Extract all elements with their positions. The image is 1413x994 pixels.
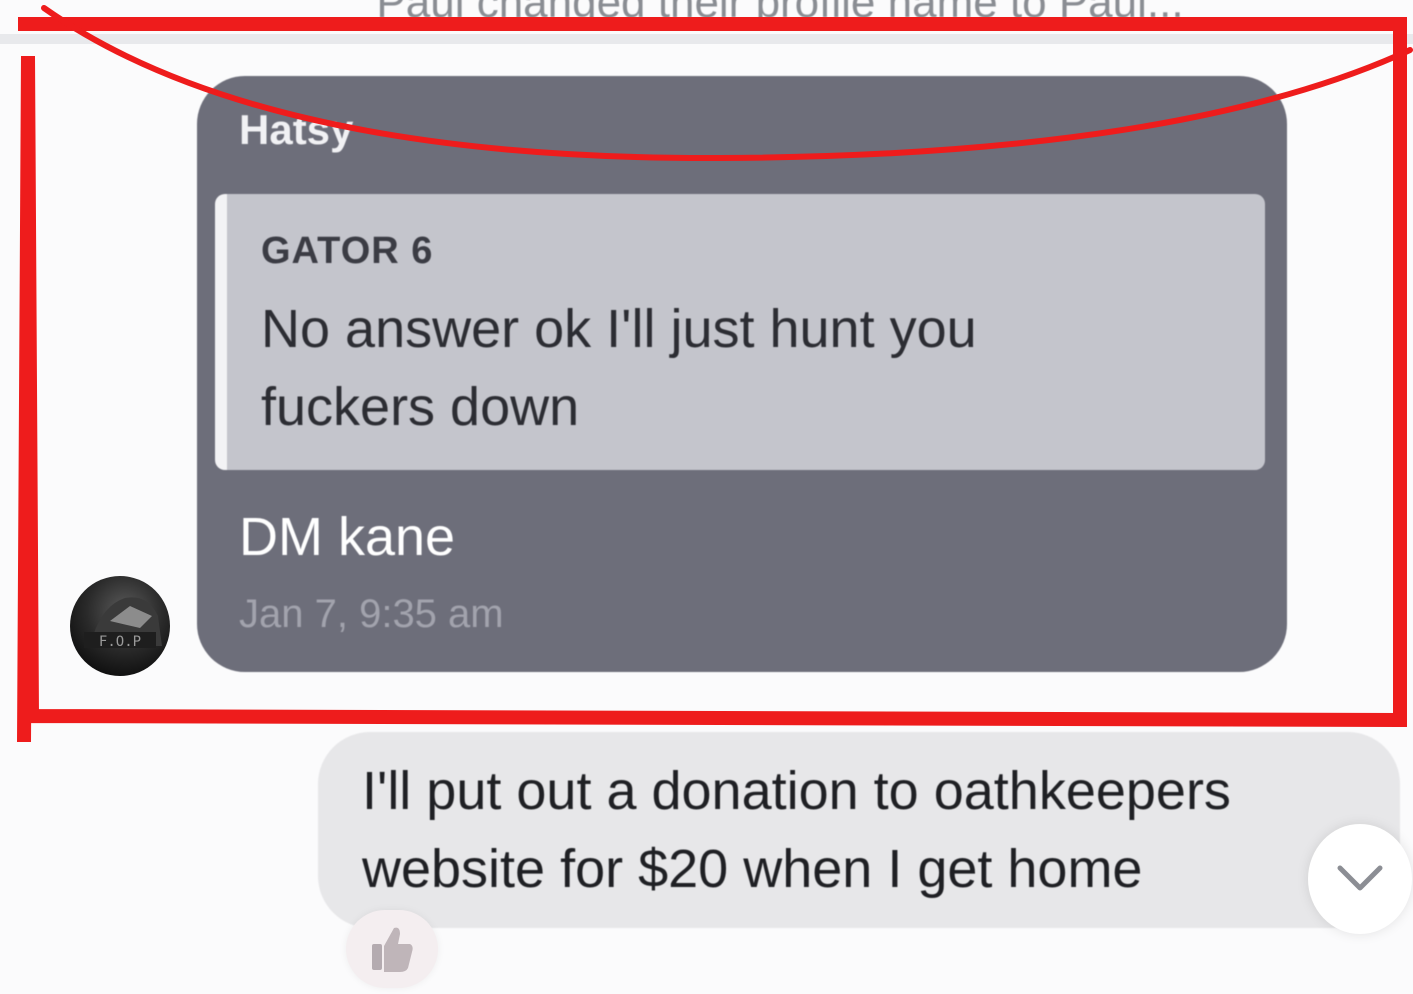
sent-message-text: I'll put out a donation to oathkeepers w… xyxy=(362,761,1231,899)
avatar[interactable]: F.O.P xyxy=(70,576,170,676)
sent-message-bubble[interactable]: I'll put out a donation to oathkeepers w… xyxy=(318,732,1400,928)
quoted-text: No answer ok I'll just hunt you fuckers … xyxy=(261,299,977,437)
message-text: DM kane xyxy=(239,507,456,567)
avatar-image xyxy=(84,597,162,648)
sender-name: Hatsy xyxy=(239,106,354,153)
chat-screenshot: Paul changed their profile name to Paul.… xyxy=(0,0,1413,994)
avatar-caption: F.O.P xyxy=(98,634,142,650)
message-timestamp: Jan 7, 9:35 am xyxy=(239,592,504,636)
reaction-badge[interactable] xyxy=(346,910,438,988)
divider xyxy=(0,34,1413,44)
message-options-button[interactable] xyxy=(1308,824,1412,934)
quoted-author: GATOR 6 xyxy=(261,230,434,272)
received-message-bubble[interactable]: Hatsy GATOR 6 No answer ok I'll just hun… xyxy=(197,76,1287,672)
quoted-reply[interactable]: GATOR 6 No answer ok I'll just hunt you … xyxy=(215,194,1265,470)
thumbs-up-icon xyxy=(372,927,413,972)
chevron-down-icon xyxy=(1337,865,1383,891)
system-notice: Paul changed their profile name to Paul.… xyxy=(376,0,1184,27)
